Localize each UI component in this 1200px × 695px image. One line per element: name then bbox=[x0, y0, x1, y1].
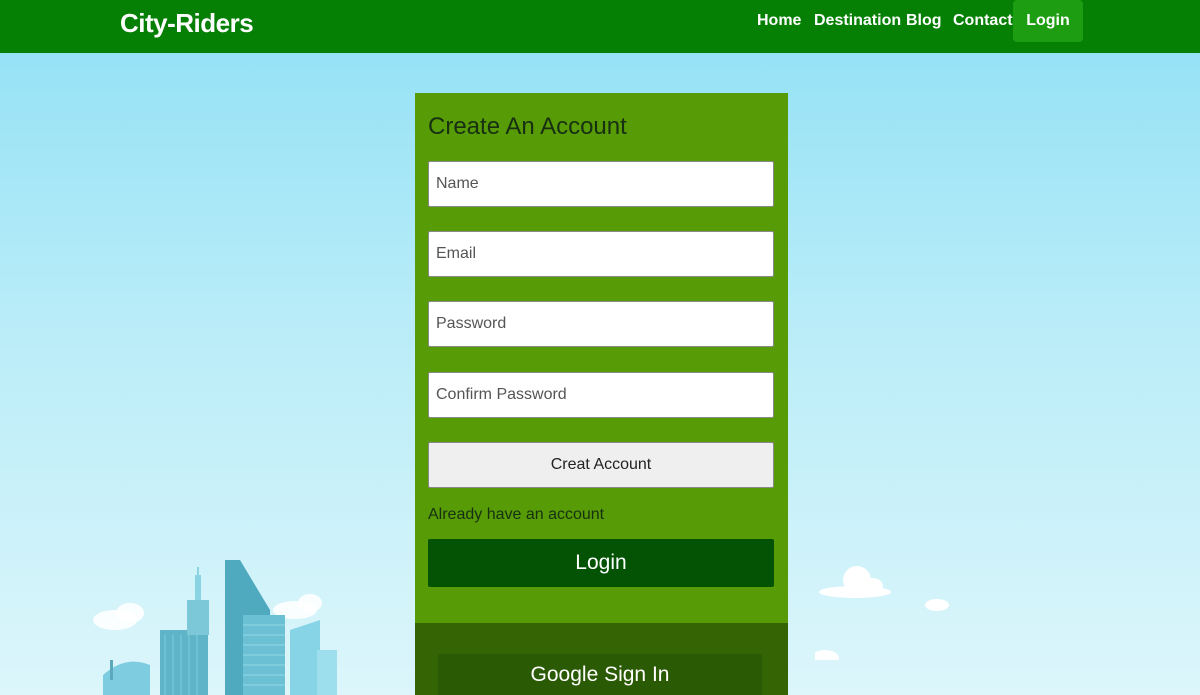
clouds-illustration bbox=[815, 566, 949, 660]
create-account-button[interactable]: Creat Account bbox=[428, 442, 774, 488]
city-skyline-illustration bbox=[93, 560, 337, 695]
login-button[interactable]: Login bbox=[428, 539, 774, 587]
nav-destination[interactable]: Destination bbox=[814, 12, 901, 30]
google-signin-button[interactable]: Google Sign In bbox=[438, 654, 762, 695]
nav-login-button[interactable]: Login bbox=[1013, 0, 1083, 42]
already-have-account-text: Already have an account bbox=[428, 506, 605, 523]
create-account-form: Create An Account Creat Account Already … bbox=[415, 93, 788, 623]
password-input[interactable] bbox=[428, 301, 774, 347]
social-signin-panel: Google Sign In bbox=[415, 623, 788, 695]
form-title: Create An Account bbox=[428, 113, 627, 140]
nav-contact[interactable]: Contact bbox=[953, 12, 1013, 30]
navbar: City-Riders Home Destination Blog Contac… bbox=[0, 0, 1200, 53]
nav-blog[interactable]: Blog bbox=[906, 12, 942, 30]
name-input[interactable] bbox=[428, 161, 774, 207]
email-input[interactable] bbox=[428, 231, 774, 277]
confirm-password-input[interactable] bbox=[428, 372, 774, 418]
nav-home[interactable]: Home bbox=[757, 12, 801, 30]
brand-logo[interactable]: City-Riders bbox=[120, 8, 254, 39]
